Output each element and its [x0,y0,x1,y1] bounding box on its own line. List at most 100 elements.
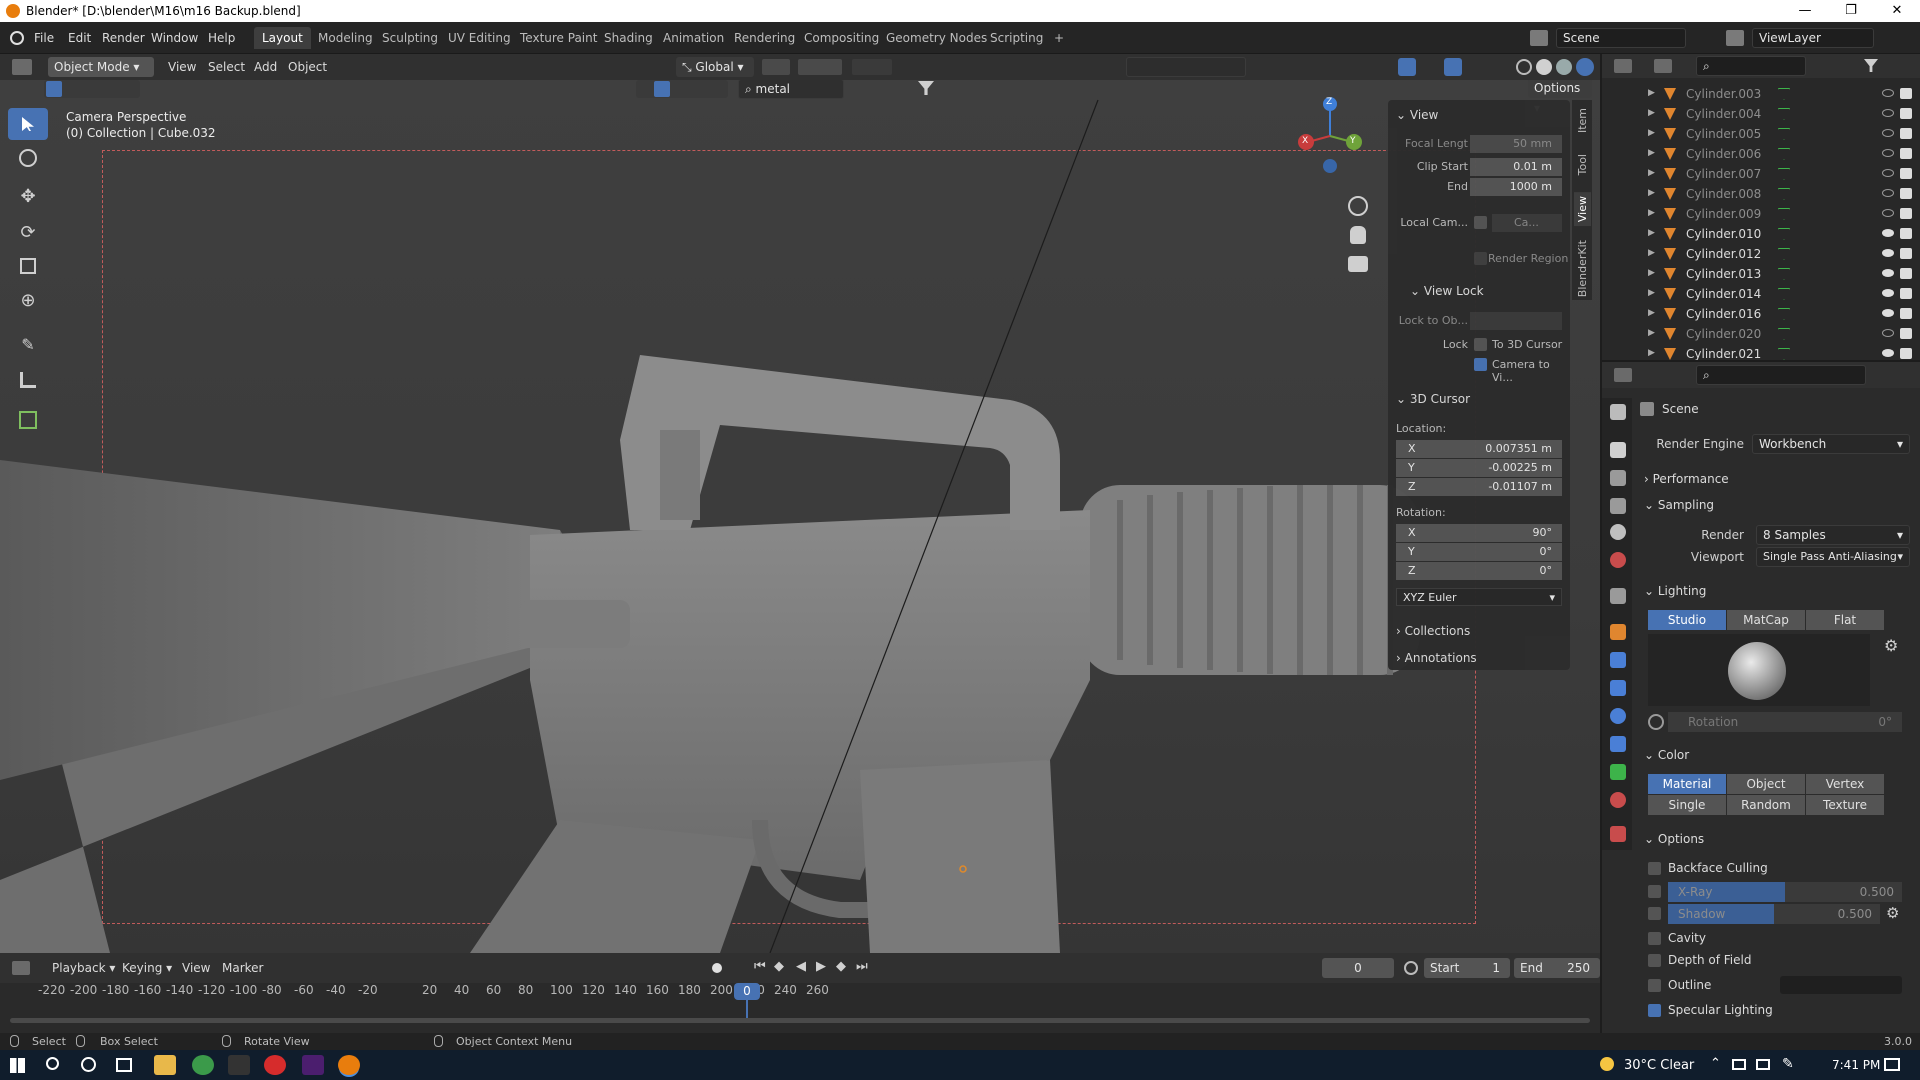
light-settings-gear-icon[interactable]: ⚙ [1884,636,1898,655]
outliner-object-name[interactable]: Cylinder.009 [1686,207,1761,221]
render-camera-icon[interactable] [1900,108,1912,119]
opera-icon[interactable] [264,1055,286,1075]
expand-arrow-icon[interactable]: ▶ [1648,108,1655,118]
color-header[interactable]: ⌄ Color [1644,748,1689,762]
tab-shading[interactable]: Shading [596,27,661,49]
tab-compositing[interactable]: Compositing [796,27,887,49]
world-tab-icon[interactable] [1610,552,1626,568]
menu-render[interactable]: Render [102,31,145,45]
render-camera-icon[interactable] [1900,308,1912,319]
outliner-row[interactable]: ▶ Cylinder.009 [1602,204,1920,224]
outliner-filter-icon[interactable] [1864,59,1878,72]
search-icon[interactable] [46,1057,59,1070]
overlays-toggle-icon[interactable] [1444,58,1462,76]
transform-tool[interactable]: ⊕ [8,284,48,316]
tab-tool[interactable]: Tool [1574,150,1591,179]
outliner-row[interactable]: ▶ Cylinder.020 [1602,324,1920,344]
tab-layout[interactable]: Layout [254,27,311,49]
clock-time[interactable]: 7:41 PM [1832,1058,1880,1072]
color-single-button[interactable]: Single [1648,795,1726,815]
visibility-eye-icon[interactable] [1882,129,1894,137]
sampling-header[interactable]: ⌄ Sampling [1644,498,1714,512]
prev-keyframe-icon[interactable]: ◆ [774,959,784,974]
tab-item[interactable]: Item [1574,104,1591,137]
tab-animation[interactable]: Animation [655,27,732,49]
outliner-editor-icon[interactable] [1614,59,1632,73]
3d-viewport[interactable]: ⌕ metal Options ▾ Camera Perspective (0)… [0,80,1600,953]
scene-selector[interactable]: Scene [1556,28,1686,48]
windows-start-icon[interactable] [10,1058,25,1073]
navigation-gizmo[interactable]: Z Y X [1290,86,1370,196]
cursor-x-field[interactable]: X 0.007351 m [1396,440,1562,458]
move-tool[interactable]: ✥ [8,180,48,212]
cursor-rot-z-field[interactable]: Z 0° [1396,562,1562,580]
pan-hand-icon[interactable] [1350,226,1366,244]
menu-file[interactable]: File [34,31,54,45]
play-reverse-icon[interactable]: ◀ [796,959,806,974]
outliner-object-name[interactable]: Cylinder.008 [1686,187,1761,201]
play-icon[interactable]: ▶ [816,959,826,974]
lock-to-cursor-checkbox[interactable] [1474,338,1487,351]
specular-lighting-checkbox[interactable] [1648,1004,1661,1017]
expand-arrow-icon[interactable]: ▶ [1648,168,1655,178]
shadow-slider[interactable]: Shadow 0.500 [1668,904,1880,924]
lighting-header[interactable]: ⌄ Lighting [1644,584,1706,598]
visibility-eye-icon[interactable] [1882,269,1894,277]
viewport-menu-view[interactable]: View [168,57,196,77]
outliner-row[interactable]: ▶ Cylinder.006 [1602,144,1920,164]
notification-icon[interactable] [1884,1058,1900,1071]
material-tab-icon[interactable] [1610,792,1626,808]
color-object-button[interactable]: Object [1727,774,1805,794]
backface-culling-checkbox[interactable] [1648,862,1661,875]
tab-geometry-nodes[interactable]: Geometry Nodes [878,27,995,49]
visibility-eye-icon[interactable] [1882,149,1894,157]
expand-arrow-icon[interactable]: ▶ [1648,268,1655,278]
visibility-eye-icon[interactable] [1882,109,1894,117]
tab-blenderkit[interactable]: BlenderKit [1574,236,1591,301]
render-camera-icon[interactable] [1900,128,1912,139]
tab-view[interactable]: View [1574,192,1591,227]
output-tab-icon[interactable] [1610,470,1626,486]
render-camera-icon[interactable] [1900,348,1912,359]
particles-tab-icon[interactable] [1610,680,1626,696]
color-vertex-button[interactable]: Vertex [1806,774,1884,794]
timeline-scrollbar[interactable] [10,1018,1590,1023]
render-camera-icon[interactable] [1900,168,1912,179]
render-camera-icon[interactable] [1900,288,1912,299]
constraints-tab-icon[interactable] [1610,736,1626,752]
visibility-eye-icon[interactable] [1882,329,1894,337]
current-frame-field[interactable]: 0 [1322,958,1394,978]
clip-end-field[interactable]: 1000 m [1470,178,1562,196]
tab-scripting[interactable]: Scripting [982,27,1051,49]
outliner-object-name[interactable]: Cylinder.007 [1686,167,1761,181]
render-camera-icon[interactable] [1900,148,1912,159]
add-cube-tool[interactable] [8,404,48,436]
local-camera-field[interactable]: Ca... [1492,214,1562,232]
expand-arrow-icon[interactable]: ▶ [1648,88,1655,98]
stopwatch-icon[interactable] [1404,961,1418,975]
outliner-object-name[interactable]: Cylinder.004 [1686,107,1761,121]
viewport-menu-object[interactable]: Object [288,57,327,77]
outliner-object-name[interactable]: Cylinder.021 [1686,347,1761,361]
menu-edit[interactable]: Edit [68,31,91,45]
render-camera-icon[interactable] [1900,328,1912,339]
outliner-object-name[interactable]: Cylinder.020 [1686,327,1761,341]
outliner-row[interactable]: ▶ Cylinder.007 [1602,164,1920,184]
3d-cursor-header[interactable]: ⌄ 3D Cursor [1396,392,1470,406]
expand-arrow-icon[interactable]: ▶ [1648,228,1655,238]
collection-tab-icon[interactable] [1610,588,1626,604]
outliner-row[interactable]: ▶ Cylinder.016 [1602,304,1920,324]
measure-tool[interactable] [8,364,48,396]
color-material-button[interactable]: Material [1648,774,1726,794]
cortana-icon[interactable] [81,1057,96,1072]
expand-arrow-icon[interactable]: ▶ [1648,188,1655,198]
playhead[interactable]: 0 [734,983,760,1000]
menu-window[interactable]: Window [151,31,198,45]
outliner-row[interactable]: ▶ Cylinder.008 [1602,184,1920,204]
display-mode-icon[interactable] [1654,59,1672,73]
render-samples-dropdown[interactable]: 8 Samples ▾ [1756,525,1910,545]
jump-start-icon[interactable]: ⏮ [754,959,766,974]
weather-text[interactable]: 30°C Clear [1624,1058,1694,1073]
record-icon[interactable] [712,963,722,973]
outliner-row[interactable]: ▶ Cylinder.010 [1602,224,1920,244]
